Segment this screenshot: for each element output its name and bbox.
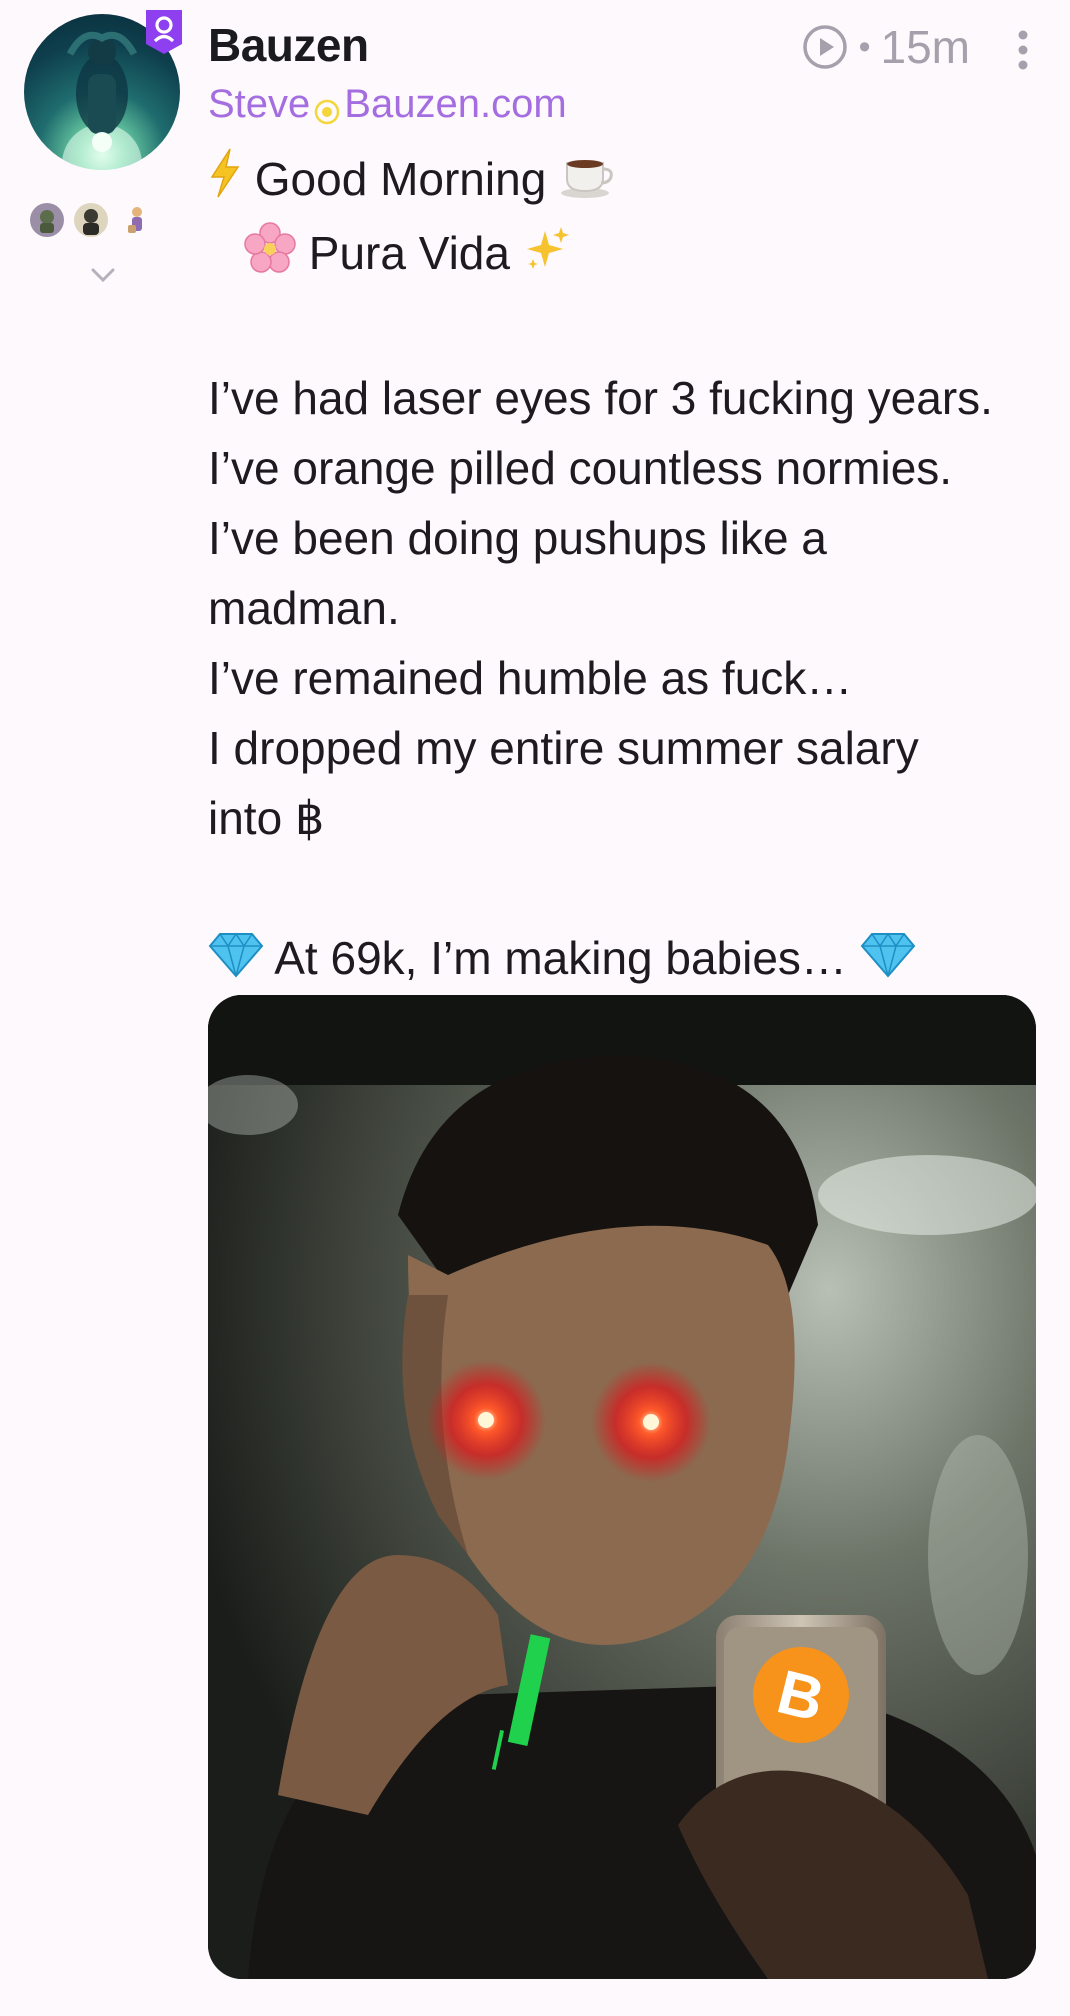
body-line: into ฿ [208, 791, 325, 844]
lightning-icon [208, 147, 242, 218]
nip05-verified-icon [313, 91, 341, 124]
body-line: I’ve remained humble as fuck… [208, 651, 853, 704]
greeting-text: Good Morning [254, 153, 547, 205]
body-line: I’ve had laser eyes for 3 fucking years. [208, 371, 993, 424]
author-avatar-wrap[interactable] [24, 10, 182, 170]
note-image[interactable]: B [208, 995, 1036, 1979]
verified-badge-icon [144, 8, 184, 56]
body-line: I dropped my entire summer salary [208, 721, 919, 774]
nip05-address[interactable]: Steve Bauzen.com [208, 82, 567, 127]
zapper-avatar[interactable] [118, 203, 152, 237]
nip05-user: Steve [208, 82, 311, 126]
body-line: I’ve been doing pushups like a [208, 511, 827, 564]
meta-separator: • [858, 27, 871, 66]
coffee-icon [559, 148, 615, 218]
body-line: I’ve orange pilled countless normies. [208, 441, 953, 494]
nip05-domain: Bauzen.com [344, 82, 567, 126]
note-card: Bauzen Steve Bauzen.com • 15m Good Morni… [0, 0, 1070, 2016]
note-meta: • 15m [801, 20, 970, 74]
pura-vida-text: Pura Vida [308, 227, 510, 280]
zapper-avatar[interactable] [74, 203, 108, 237]
author-display-name[interactable]: Bauzen [208, 18, 369, 72]
sparkles-icon [523, 222, 571, 292]
closing-line: At 69k, I’m making babies… [208, 923, 1048, 997]
zapper-avatar[interactable] [30, 203, 64, 237]
note-content: Good Morning Pura Vida I’ve had laser ey… [208, 144, 1048, 997]
timestamp[interactable]: 15m [881, 20, 970, 74]
chevron-down-icon[interactable] [89, 266, 117, 286]
content-line: Good Morning [208, 144, 1048, 218]
gem-icon [208, 927, 264, 997]
body-line: madman. [208, 581, 400, 634]
closing-text: At 69k, I’m making babies… [274, 931, 847, 984]
cherry-blossom-icon [244, 221, 296, 293]
play-icon[interactable] [801, 23, 849, 71]
zapper-avatars[interactable] [30, 203, 152, 237]
gem-icon [860, 927, 916, 997]
content-line: Pura Vida [208, 218, 1048, 292]
more-options-icon[interactable] [1016, 28, 1030, 72]
